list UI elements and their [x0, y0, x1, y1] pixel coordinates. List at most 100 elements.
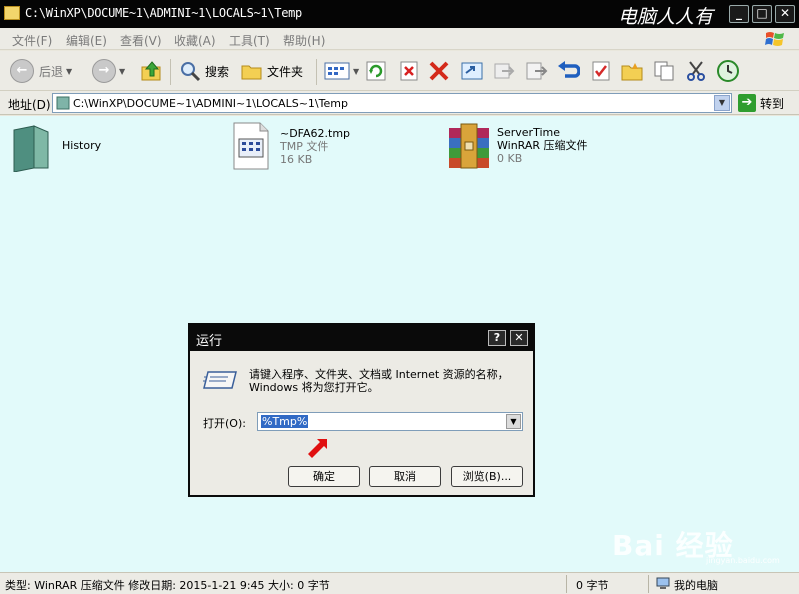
address-path: C:\WinXP\DOCUME~1\ADMINI~1\LOCALS~1\Temp — [73, 97, 348, 110]
address-dropdown-button[interactable]: ▼ — [714, 95, 730, 111]
close-button[interactable]: ✕ — [775, 5, 795, 23]
run-dialog-title-bar[interactable]: 运行 ? ✕ — [190, 325, 533, 351]
folder-icon — [4, 6, 20, 20]
run-icon — [203, 371, 237, 389]
chevron-down-icon: ▼ — [353, 66, 360, 76]
red-pointer-arrow-icon — [308, 439, 327, 458]
status-details: 类型: WinRAR 压缩文件 修改日期: 2015-1-21 9:45 大小:… — [5, 579, 330, 592]
baidu-watermark: Bai 经验 jingyan.baidu.com — [612, 506, 780, 566]
history-button[interactable] — [716, 58, 740, 84]
folder-star-icon — [621, 63, 643, 81]
send-to-icon — [526, 62, 548, 80]
menu-help[interactable]: 帮助(H) — [283, 32, 325, 49]
folders-label: 文件夹 — [267, 64, 304, 79]
chevron-down-icon: ▼ — [119, 66, 126, 76]
list-item[interactable]: ServerTime WinRAR 压缩文件 0 KB — [447, 122, 588, 170]
menu-favorites[interactable]: 收藏(A) — [174, 32, 216, 49]
go-label: 转到 — [760, 96, 785, 111]
back-button[interactable]: ← 后退 ▼ — [10, 58, 72, 84]
address-label: 地址(D) — [8, 98, 51, 112]
refresh-button[interactable] — [365, 58, 387, 84]
run-dialog-title: 运行 — [196, 334, 223, 349]
open-label: 打开(O): — [203, 417, 246, 430]
copy-button[interactable] — [652, 58, 676, 84]
delete-button[interactable] — [398, 58, 420, 84]
stop-button[interactable] — [428, 58, 450, 84]
menu-tools[interactable]: 工具(T) — [229, 32, 270, 49]
scissors-icon — [687, 61, 705, 81]
status-bar: 类型: WinRAR 压缩文件 修改日期: 2015-1-21 9:45 大小:… — [0, 572, 799, 594]
go-arrow-icon: ➔ — [738, 94, 756, 112]
file-size: 0 KB — [497, 152, 523, 165]
undo-icon — [558, 61, 580, 78]
properties-button[interactable] — [590, 58, 612, 84]
brand-watermark: 电脑人人有 — [618, 6, 714, 28]
dialog-close-button[interactable]: ✕ — [510, 330, 528, 346]
menu-file[interactable]: 文件(F) — [12, 32, 52, 49]
forward-arrow-icon: → — [92, 59, 116, 83]
help-button[interactable]: ? — [488, 330, 506, 346]
windows-logo-icon — [765, 32, 784, 46]
copy-icon — [654, 61, 674, 81]
search-icon — [181, 62, 201, 82]
search-button[interactable]: 搜索 — [178, 58, 229, 84]
menu-edit[interactable]: 编辑(E) — [66, 32, 107, 49]
search-label: 搜索 — [205, 64, 230, 79]
move-button[interactable] — [460, 58, 484, 84]
up-button[interactable] — [140, 58, 164, 84]
back-arrow-icon: ← — [10, 59, 34, 83]
status-size: 0 字节 — [576, 579, 609, 592]
run-dialog-description: 请键入程序、文件夹、文档或 Internet 资源的名称，Windows 将为您… — [249, 368, 509, 394]
winrar-archive-icon — [449, 123, 489, 169]
explorer-window: C:\WinXP\DOCUME~1\ADMINI~1\LOCALS~1\Temp… — [0, 0, 799, 594]
file-name: ServerTime — [497, 126, 560, 139]
menu-bar: 文件(F) 编辑(E) 查看(V) 收藏(A) 工具(T) 帮助(H) — [0, 28, 799, 50]
views-button[interactable]: ▼ — [324, 58, 359, 84]
close-icon — [429, 61, 449, 81]
run-command-dropdown[interactable]: ▼ — [506, 414, 521, 429]
computer-icon — [656, 577, 670, 593]
minimize-button[interactable]: _ — [729, 5, 749, 23]
back-label: 后退 — [39, 64, 64, 79]
move-to-icon — [461, 62, 483, 80]
title-bar[interactable]: C:\WinXP\DOCUME~1\ADMINI~1\LOCALS~1\Temp… — [0, 0, 799, 28]
folder-icon — [56, 96, 70, 110]
copy-to-button[interactable] — [492, 58, 516, 84]
maximize-button[interactable]: □ — [752, 5, 772, 23]
address-bar: 地址(D) C:\WinXP\DOCUME~1\ADMINI~1\LOCALS~… — [0, 91, 799, 115]
standard-toolbar: ← 后退 ▼ → ▼ 搜索 文件夹 ▼ — [0, 51, 799, 91]
menu-view[interactable]: 查看(V) — [120, 32, 162, 49]
address-input[interactable]: C:\WinXP\DOCUME~1\ADMINI~1\LOCALS~1\Temp… — [52, 93, 732, 113]
run-command-value: %Tmp% — [261, 415, 309, 428]
file-name: ~DFA62.tmp — [280, 127, 351, 140]
browse-button[interactable]: 浏览(B)... — [451, 466, 523, 487]
list-item[interactable]: History — [12, 124, 101, 172]
file-type: WinRAR 压缩文件 — [497, 139, 588, 152]
watermark-url: jingyan.baidu.com — [706, 556, 780, 565]
forward-button[interactable]: → ▼ — [92, 58, 125, 84]
list-item[interactable]: ~DFA62.tmp TMP 文件 16 KB — [232, 121, 350, 171]
send-to-button[interactable] — [524, 58, 548, 84]
tmp-file-icon — [233, 122, 269, 170]
refresh-icon — [366, 61, 386, 81]
file-name: History — [62, 139, 102, 152]
favorites-button[interactable] — [620, 58, 644, 84]
folder-icon — [13, 125, 49, 172]
clock-icon — [717, 60, 739, 82]
file-type: TMP 文件 — [280, 140, 329, 153]
window-title: C:\WinXP\DOCUME~1\ADMINI~1\LOCALS~1\Temp — [25, 6, 302, 20]
run-command-input[interactable]: %Tmp% ▼ — [257, 412, 523, 431]
chevron-down-icon: ▼ — [66, 66, 73, 76]
delete-file-icon — [400, 61, 418, 81]
folders-icon — [241, 65, 262, 80]
cut-button[interactable] — [684, 58, 708, 84]
folders-button[interactable]: 文件夹 — [240, 58, 303, 84]
go-button[interactable]: ➔ 转到 — [738, 94, 784, 112]
undo-button[interactable] — [556, 58, 580, 84]
cancel-button[interactable]: 取消 — [369, 466, 441, 487]
ok-button[interactable]: 确定 — [288, 466, 360, 487]
folder-up-icon — [141, 61, 161, 81]
copy-to-icon — [494, 63, 515, 79]
status-location: 我的电脑 — [674, 579, 718, 592]
file-size: 16 KB — [280, 153, 313, 166]
